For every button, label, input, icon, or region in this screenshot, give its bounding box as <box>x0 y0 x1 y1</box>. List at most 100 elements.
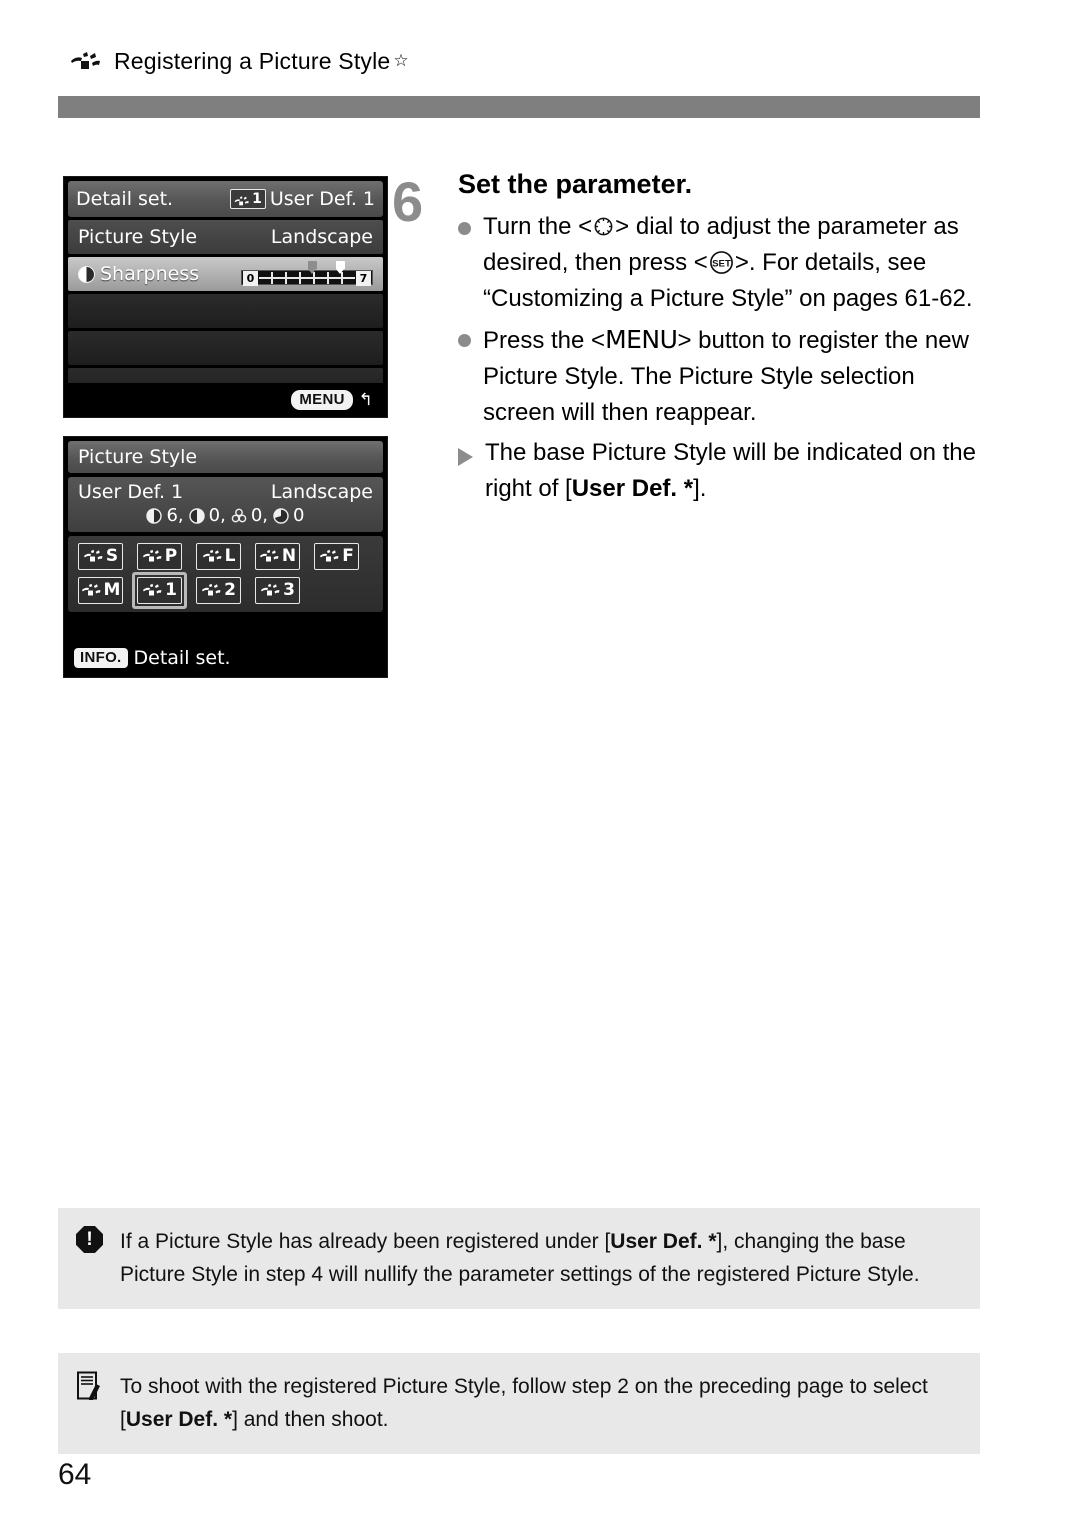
saturation-icon <box>231 508 247 524</box>
info-button-badge[interactable]: INFO. <box>74 647 128 669</box>
page-title: Registering a Picture Style ☆ <box>114 48 409 74</box>
step-bullets: Turn the < > dial to adjust the parameter… <box>458 209 992 507</box>
caution-part1: If a Picture Style has already been regi… <box>120 1230 611 1253</box>
style-option-code: F <box>342 546 354 566</box>
bullet2-text-part1: Press the < <box>483 327 606 355</box>
detail-row-empty-1 <box>68 294 383 328</box>
style-option-code: 2 <box>224 580 236 600</box>
detail-set-screen: Detail set. 1 User Def. 1 Picture Style … <box>63 176 388 418</box>
user-def-badge: 1 <box>230 189 266 209</box>
color-tone-icon <box>273 507 289 524</box>
slider-current-marker[interactable] <box>336 261 345 274</box>
dial-icon <box>592 213 615 236</box>
slider-max-label: 7 <box>356 271 371 286</box>
picture-style-glyph-icon <box>318 548 340 565</box>
style-option-user-def-3[interactable]: 3 <box>255 577 300 604</box>
picture-style-footer: INFO. Detail set. <box>64 639 387 677</box>
param-color-tone: 0 <box>273 505 305 526</box>
detail-set-title: Detail set. <box>76 188 174 210</box>
sharpness-icon <box>78 265 95 283</box>
star-icon: ☆ <box>393 51 409 70</box>
sharpness-slider[interactable]: 0 7 <box>241 261 373 287</box>
bullet3-bold: User Def. * <box>571 475 694 503</box>
style-option-user-def-2[interactable]: 2 <box>196 577 241 604</box>
picture-style-grid-row-1: S P L N F <box>78 543 377 570</box>
caution-icon: ! <box>76 1226 106 1291</box>
detail-row-empty-2 <box>68 331 383 365</box>
style-option-code: L <box>224 546 236 566</box>
detail-row-picture-style[interactable]: Picture Style Landscape <box>68 220 383 254</box>
param-sharpness-value: 6, <box>166 505 184 526</box>
style-option-code: N <box>281 546 297 566</box>
detail-set-style-name: User Def. 1 <box>269 188 375 210</box>
picture-style-glyph-icon <box>141 582 163 599</box>
picture-style-grid-row-2: M 1 2 3 <box>78 572 377 609</box>
style-option-code: 1 <box>165 580 177 600</box>
picture-style-grid: S P L N F M 1 2 3 <box>68 536 383 612</box>
page-header: Registering a Picture Style ☆ <box>68 48 409 75</box>
style-option-neutral[interactable]: N <box>255 543 300 570</box>
picture-style-titlebar: Picture Style <box>68 441 383 473</box>
sharpness-label: Sharpness <box>100 263 200 285</box>
memo-part2: ] and then shoot. <box>232 1407 389 1431</box>
detail-set-footer: MENU ↰ <box>64 383 387 417</box>
sharpness-icon <box>146 507 163 524</box>
style-option-standard[interactable]: S <box>78 543 123 570</box>
picture-style-glyph-icon <box>141 548 163 565</box>
note-icon <box>76 1371 106 1436</box>
style-option-code: P <box>164 546 178 566</box>
caution-note-text: If a Picture Style has already been regi… <box>120 1226 958 1291</box>
memo-note-text: To shoot with the registered Picture Sty… <box>120 1371 958 1436</box>
style-option-monochrome[interactable]: M <box>78 577 123 604</box>
picture-style-glyph-icon <box>80 582 102 599</box>
bullet-press-menu: Press the <MENU> button to register the … <box>458 321 992 431</box>
detail-row-sharpness[interactable]: Sharpness 0 7 <box>68 257 383 291</box>
bullet1-text-part3: >. <box>734 249 756 277</box>
svg-text:SET: SET <box>712 259 731 270</box>
bullet-dot-icon <box>458 334 471 348</box>
bullet-turn-dial: Turn the < > dial to adjust the parameter… <box>458 209 992 317</box>
picture-style-glyph-icon <box>200 582 222 599</box>
picture-style-title: Picture Style <box>78 446 198 468</box>
param-color-tone-value: 0 <box>293 505 305 526</box>
detail-row-label: Picture Style <box>78 226 198 248</box>
bullet-base-style-indicated: The base Picture Style will be indicated… <box>458 435 992 507</box>
param-sharpness: 6, <box>146 505 184 526</box>
selected-style-name: User Def. 1 <box>78 481 184 503</box>
style-option-faithful[interactable]: F <box>314 543 359 570</box>
picture-style-glyph-icon <box>259 582 281 599</box>
style-option-code: S <box>105 546 119 566</box>
param-saturation-value: 0, <box>250 505 269 526</box>
bullet3-text-part1: The base Picture Style will be indicated… <box>485 439 976 503</box>
step-number: 6 <box>392 170 424 233</box>
slider-min-label: 0 <box>243 271 258 286</box>
picture-style-glyph-icon <box>233 193 250 206</box>
picture-style-glyph-icon <box>258 548 280 565</box>
style-option-landscape[interactable]: L <box>196 543 241 570</box>
style-option-code: 3 <box>283 580 295 600</box>
bullet3-text-part2: ]. <box>693 475 707 503</box>
memo-note: To shoot with the registered Picture Sty… <box>58 1353 980 1455</box>
step-6-block: 6 Set the parameter. Turn the < > dial to… <box>392 168 992 511</box>
info-footer-label: Detail set. <box>133 647 231 669</box>
param-contrast-value: 0, <box>208 505 226 526</box>
step-title: Set the parameter. <box>458 169 693 199</box>
style-option-user-def-1[interactable]: 1 <box>132 572 187 609</box>
param-saturation: 0, <box>231 505 268 526</box>
picture-style-screen: Picture Style User Def. 1 Landscape 6, 0… <box>63 436 388 678</box>
menu-button-badge[interactable]: MENU <box>291 389 353 411</box>
slider-original-marker <box>308 261 317 274</box>
caution-note: ! If a Picture Style has already been re… <box>58 1208 980 1310</box>
memo-bold: User Def. * <box>125 1407 233 1431</box>
parameter-values-row: 6, 0, 0, 0 <box>78 505 373 526</box>
picture-style-glyph-icon <box>82 548 104 565</box>
triangle-bullet-icon <box>458 448 473 467</box>
bullet-dot-icon <box>458 222 471 236</box>
header-rule <box>58 96 980 118</box>
style-option-portrait[interactable]: P <box>137 543 182 570</box>
detail-row-value: Landscape <box>270 226 373 248</box>
detail-set-titlebar: Detail set. 1 User Def. 1 <box>68 181 383 217</box>
set-button-icon: SET <box>708 249 735 276</box>
caution-bold: User Def. * <box>610 1230 717 1253</box>
user-def-badge-number: 1 <box>252 191 262 207</box>
